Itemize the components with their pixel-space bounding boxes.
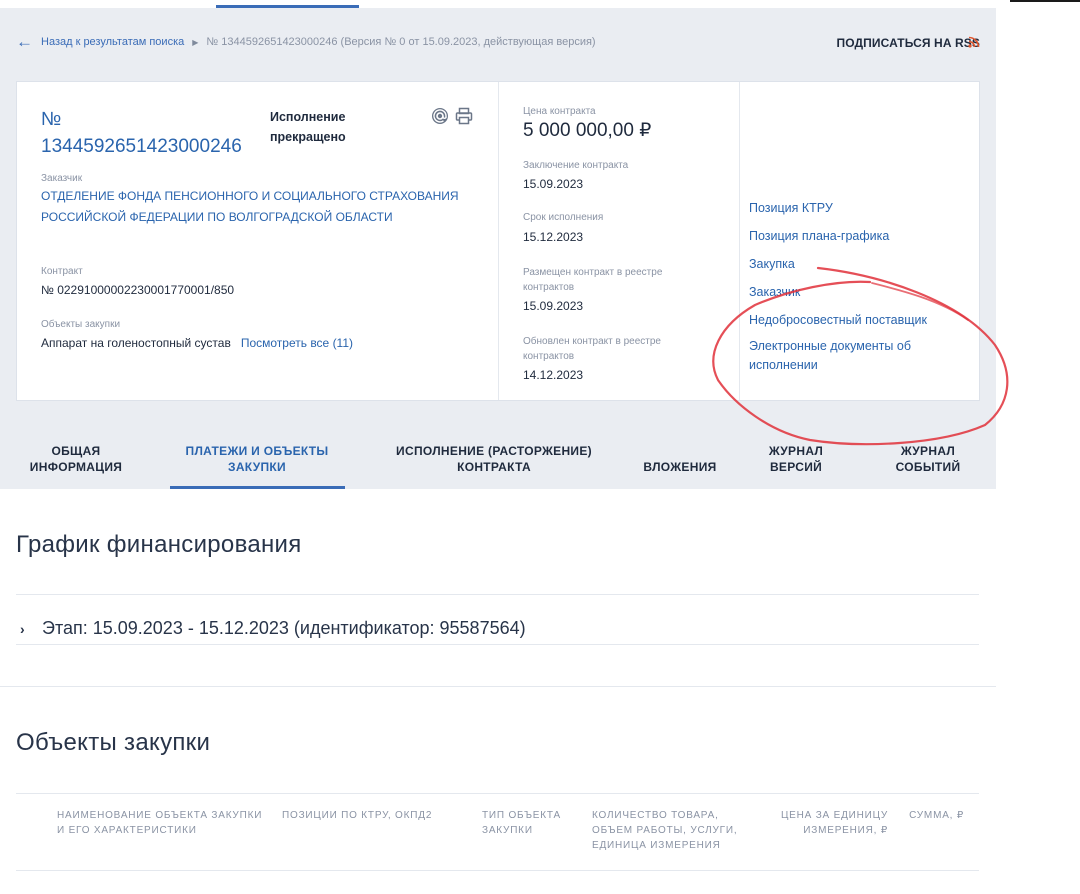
stage-row[interactable]: › Этап: 15.09.2023 - 15.12.2023 (идентиф… bbox=[20, 618, 526, 639]
objects-value: Аппарат на голеностопный сустав bbox=[41, 336, 231, 350]
top-edge-line bbox=[1010, 0, 1080, 2]
tab-attachments[interactable]: ВЛОЖЕНИЯ bbox=[636, 459, 724, 475]
plan-schedule-link[interactable]: Позиция плана-графика bbox=[749, 228, 949, 244]
unfair-supplier-link[interactable]: Недобросовестный поставщик bbox=[749, 312, 949, 328]
col-header-unit-price: Цена за единицу измерения, ₽ bbox=[780, 810, 888, 836]
view-all-objects-link[interactable]: Посмотреть все (11) bbox=[241, 336, 353, 350]
updated-label: Обновлен контракт в реестре контрактов bbox=[523, 336, 661, 362]
col-header-type: Тип объекта закупки bbox=[482, 810, 561, 836]
term-value: 15.12.2023 bbox=[523, 230, 584, 244]
back-to-results-link[interactable]: Назад к результатам поиска bbox=[41, 36, 184, 48]
conclusion-value: 15.09.2023 bbox=[523, 177, 584, 191]
price-value: 5 000 000,00 ₽ bbox=[523, 120, 652, 141]
contract-value: № 0229100000223000177000​1/850 bbox=[41, 283, 235, 297]
rss-label: ПОДПИСАТЬСЯ НА RSS bbox=[836, 36, 980, 50]
arrow-left-icon[interactable]: ← bbox=[16, 33, 33, 50]
breadcrumb: ← Назад к результатам поиска ▶ № 1344592… bbox=[16, 33, 596, 50]
col-header-name: Наименование объекта закупки и его харак… bbox=[57, 810, 263, 836]
objects-title: Объекты закупки bbox=[16, 729, 211, 756]
contract-card: № 1344592651423000246 Исполнение прекращ… bbox=[16, 81, 980, 401]
chevron-right-icon[interactable]: › bbox=[20, 621, 34, 637]
contract-label: Контракт bbox=[41, 266, 83, 277]
price-label: Цена контракта bbox=[523, 106, 596, 117]
customer-link[interactable]: ОТДЕЛЕНИЕ ФОНДА ПЕНСИОННОГО И СОЦИАЛЬНОГ… bbox=[41, 186, 461, 227]
electronic-documents-link[interactable]: Электронные документы об исполнении bbox=[749, 337, 949, 375]
breadcrumb-separator-icon: ▶ bbox=[192, 37, 199, 47]
objects-row: Аппарат на голеностопный сустав Посмотре… bbox=[41, 336, 353, 350]
divider bbox=[16, 644, 979, 645]
conclusion-label: Заключение контракта bbox=[523, 160, 629, 171]
active-tab-underline bbox=[170, 486, 345, 489]
tab-events-log[interactable]: ЖУРНАЛ СОБЫТИЙ bbox=[884, 443, 972, 475]
placed-value: 15.09.2023 bbox=[523, 299, 584, 313]
ktru-position-link[interactable]: Позиция КТРУ bbox=[749, 200, 949, 216]
tab-payments-objects[interactable]: ПЛАТЕЖИ И ОБЪЕКТЫ ЗАКУПКИ bbox=[178, 443, 336, 475]
col-header-ktru: Позиции по КТРУ, ОКПД2 bbox=[282, 810, 433, 821]
breadcrumb-current: № 1344592651423000246 (Версия № 0 от 15.… bbox=[206, 36, 596, 48]
print-icon[interactable] bbox=[455, 107, 473, 125]
col-header-sum: Сумма, ₽ bbox=[909, 810, 964, 821]
tab-execution[interactable]: ИСПОЛНЕНИЕ (РАСТОРЖЕНИЕ) КОНТРАКТА bbox=[385, 443, 603, 475]
status-badge: Исполнение прекращено bbox=[270, 110, 346, 144]
rss-subscribe-link[interactable]: ПОДПИСАТЬСЯ НА RSS bbox=[837, 36, 980, 50]
contract-number[interactable]: № 1344592651423000246 bbox=[41, 106, 261, 160]
objects-label: Объекты закупки bbox=[41, 319, 121, 330]
divider bbox=[16, 870, 979, 871]
stage-label: Этап: 15.09.2023 - 15.12.2023 (идентифик… bbox=[42, 618, 526, 638]
divider bbox=[16, 594, 979, 595]
placed-label: Размещен контракт в реестре контрактов bbox=[523, 267, 663, 293]
updated-value: 14.12.2023 bbox=[523, 368, 584, 382]
term-label: Срок исполнения bbox=[523, 212, 604, 223]
related-links: Позиция КТРУ Позиция плана-графика Закуп… bbox=[749, 200, 949, 387]
customer-page-link[interactable]: Заказчик bbox=[749, 284, 949, 300]
card-divider bbox=[739, 82, 740, 400]
tab-general-info[interactable]: ОБЩАЯ ИНФОРМАЦИЯ bbox=[26, 443, 126, 475]
tab-bar: ОБЩАЯ ИНФОРМАЦИЯ ПЛАТЕЖИ И ОБЪЕКТЫ ЗАКУП… bbox=[0, 433, 996, 489]
purchase-link[interactable]: Закупка bbox=[749, 256, 949, 272]
card-actions bbox=[431, 107, 473, 125]
section-divider bbox=[0, 686, 996, 687]
tab-versions-log[interactable]: ЖУРНАЛ ВЕРСИЙ bbox=[750, 443, 842, 475]
customer-label: Заказчик bbox=[41, 173, 83, 184]
col-header-quantity: Количество товара, объем работы, услуги,… bbox=[592, 810, 738, 851]
card-divider bbox=[498, 82, 499, 400]
divider bbox=[16, 793, 979, 794]
financing-title: График финансирования bbox=[16, 531, 302, 558]
email-icon[interactable] bbox=[431, 107, 449, 125]
rss-icon[interactable] bbox=[968, 36, 980, 48]
